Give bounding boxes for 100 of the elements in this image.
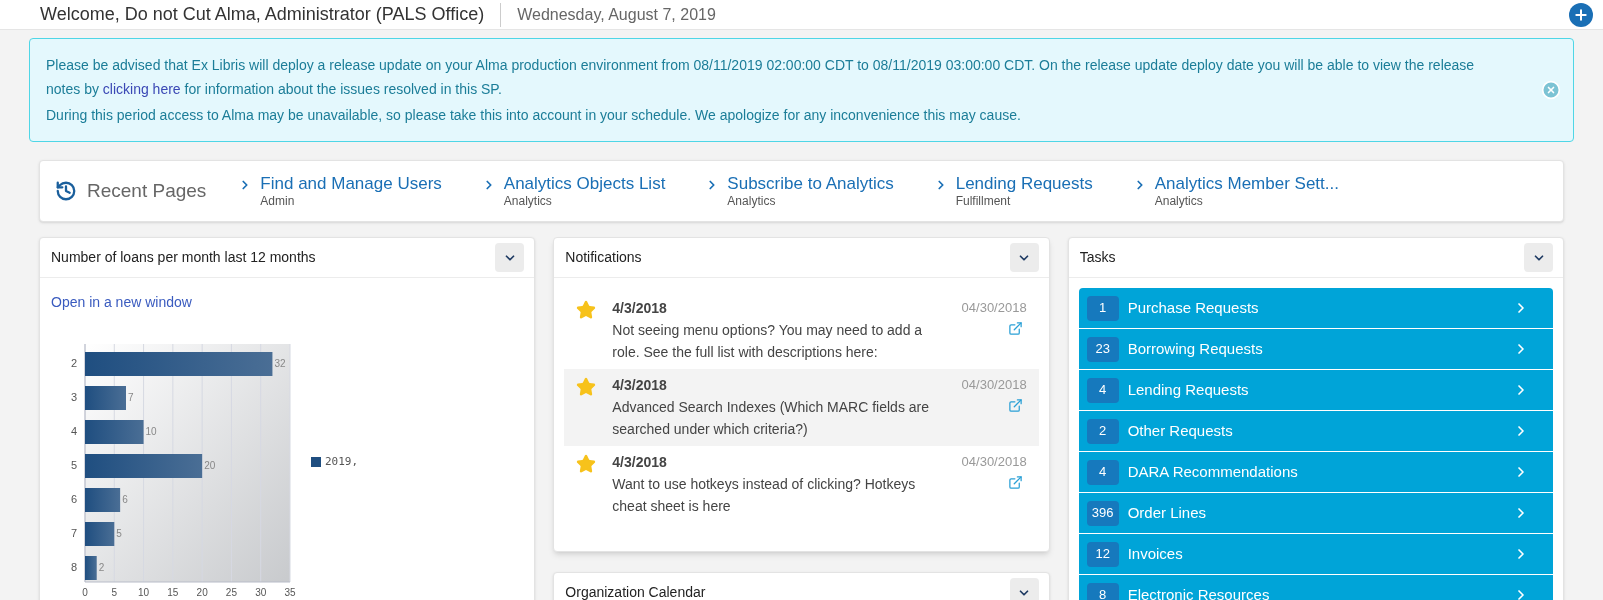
posted-date: 04/30/2018 (961, 453, 1027, 471)
axis-label: 30 (255, 587, 267, 598)
star-icon (576, 454, 597, 474)
count-badge: 23 (1086, 336, 1119, 362)
plus-icon (1573, 6, 1589, 23)
posted-date: 04/30/2018 (961, 376, 1027, 394)
notification-date: 4/3/2018 (612, 453, 668, 472)
page-title: Analytics Member Sett... (1154, 172, 1339, 195)
recent-page-link[interactable]: Subscribe to Analytics Analytics (705, 172, 902, 210)
count-badge: 12 (1086, 541, 1119, 567)
axis-label: 10 (138, 587, 150, 598)
task-label: Lending Requests (1127, 379, 1250, 400)
task-row[interactable]: 2 Other Requests (1078, 411, 1553, 451)
axis-label: 15 (167, 587, 179, 598)
axis-label: 5 (111, 587, 118, 598)
task-label: Electronic Resources (1127, 584, 1271, 600)
task-label: Borrowing Requests (1127, 338, 1264, 359)
external-link-icon[interactable] (1007, 474, 1023, 490)
notification-date: 4/3/2018 (612, 299, 668, 318)
task-row[interactable]: 4 DARA Recommendations (1078, 452, 1553, 492)
axis-label: 4 (70, 425, 77, 437)
announcement-text: During this period access to Alma may be unavailable, so please take this into account in your schedule. We apologize for any inconvenience this may cause. (46, 106, 1022, 125)
release-notes-link[interactable]: clicking here (102, 81, 181, 97)
widget-title: Tasks (1079, 248, 1116, 267)
task-row[interactable]: 1 Purchase Requests (1078, 288, 1553, 328)
value-label: 7 (128, 392, 134, 403)
page-title: Subscribe to Analytics (727, 172, 894, 195)
open-window-link[interactable]: Open in a new window (51, 294, 192, 310)
notification-text: Advanced Search Indexes (Which MARC fields are searched under which criteria?) (612, 398, 931, 439)
task-label: DARA Recommendations (1127, 461, 1299, 482)
date-text: Wednesday, August 7, 2019 (500, 2, 716, 27)
task-row[interactable]: 12 Invoices (1078, 534, 1553, 574)
page-area: Analytics (727, 194, 894, 210)
axis-label: 35 (284, 587, 296, 598)
axis-label: 2 (70, 357, 77, 369)
count-badge: 4 (1086, 459, 1119, 485)
widget-title: Organization Calendar (565, 583, 706, 600)
page-title: Analytics Objects List (503, 172, 666, 195)
task-label: Other Requests (1127, 420, 1234, 441)
count-badge: 4 (1086, 377, 1119, 403)
bar (85, 522, 115, 546)
axis-label: 6 (70, 493, 77, 505)
value-label: 10 (145, 426, 157, 437)
page-title: Lending Requests (955, 172, 1093, 195)
task-row[interactable]: 396 Order Lines (1078, 493, 1553, 533)
count-badge: 8 (1086, 582, 1119, 600)
count-badge: 396 (1086, 500, 1119, 526)
widget-title: Number of loans per month last 12 months (51, 248, 316, 267)
task-label: Purchase Requests (1127, 297, 1260, 318)
star-icon (576, 377, 597, 397)
star-icon (576, 300, 597, 320)
axis-label: 0 (82, 587, 88, 598)
welcome-heading: Welcome, Do not Cut Alma, Administrator (PALS Office) (40, 3, 485, 26)
value-label: 2 (98, 562, 105, 573)
value-label: 32 (274, 358, 286, 369)
widget-title: Notifications (565, 248, 642, 267)
external-link-icon[interactable] (1007, 397, 1023, 413)
axis-label: 5 (70, 459, 77, 471)
notification-text: Want to use hotkeys instead of clicking? Hotkeys cheat sheet is here (612, 475, 917, 516)
page-area: Admin (260, 194, 442, 210)
axis-label: 20 (196, 587, 208, 598)
page-area: Analytics (503, 194, 666, 210)
recent-page-link[interactable]: Analytics Objects List Analytics (481, 172, 674, 210)
count-badge: 1 (1086, 295, 1119, 321)
notification-item[interactable]: 4/3/2018 Advanced Search Indexes (Which MARC fields are searched under which criteria?) 04/30/2018 (564, 369, 1039, 446)
bar (85, 556, 97, 580)
axis-label: 8 (70, 561, 77, 573)
page-title: Find and Manage Users (260, 172, 442, 195)
recent-page-link[interactable]: Lending Requests Fulfillment (933, 172, 1101, 210)
recent-pages-title: Recent Pages (87, 178, 207, 203)
recent-page-link[interactable]: Find and Manage Users Admin (238, 172, 450, 210)
add-button[interactable] (1569, 2, 1593, 27)
announcement-text: Please be advised that Ex Libris will deploy a release update on your Alma production environment from 08/11/2019 02:00:00 CDT to 08/11/2019 03:00:00 CDT. On the release update deploy date you will be able to view the release notes by clicking here for information about the issues resolved in this SP. (46, 56, 1476, 99)
legend-swatch (311, 457, 321, 468)
task-row[interactable]: 8 Electronic Resources (1078, 575, 1553, 600)
value-label: 5 (116, 528, 122, 539)
legend-label: 2019, (325, 454, 359, 470)
page-area: Fulfillment (955, 194, 1093, 210)
task-label: Invoices (1127, 543, 1184, 564)
collapse-button[interactable] (1009, 578, 1039, 600)
recent-page-link[interactable]: Analytics Member Sett... Analytics (1132, 172, 1347, 210)
axis-label: 7 (70, 527, 77, 539)
page-area: Analytics (1154, 194, 1339, 210)
value-label: 6 (122, 494, 128, 505)
close-button[interactable] (1541, 80, 1561, 100)
axis-label: 3 (70, 391, 77, 403)
posted-date: 04/30/2018 (961, 299, 1027, 317)
value-label: 20 (204, 460, 216, 471)
bar (85, 488, 121, 512)
task-row[interactable]: 4 Lending Requests (1078, 370, 1553, 410)
axis-label: 25 (225, 587, 237, 598)
history-icon (55, 180, 77, 202)
bar (85, 386, 126, 410)
notification-date: 4/3/2018 (612, 376, 668, 395)
notification-text: Not seeing menu options? You may need to add a role. See the full list with descriptions here: (612, 321, 924, 362)
task-row[interactable]: 23 Borrowing Requests (1078, 329, 1553, 369)
task-label: Order Lines (1127, 502, 1208, 523)
close-icon (1541, 80, 1561, 100)
external-link-icon[interactable] (1007, 320, 1023, 336)
bar (85, 420, 144, 444)
